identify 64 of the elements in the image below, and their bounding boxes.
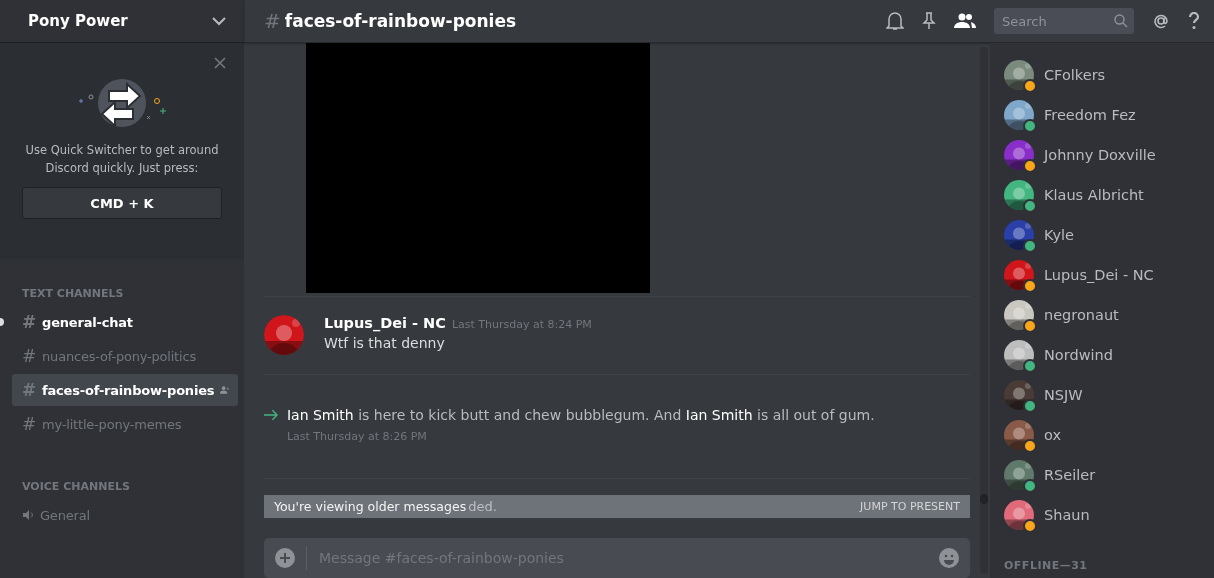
hash-icon: # [22, 414, 37, 434]
banner-text: You're viewing older messages [274, 498, 467, 514]
chevron-down-icon[interactable] [212, 16, 226, 26]
member-name: Shaun [1044, 507, 1090, 523]
member-item[interactable]: NSJW [1004, 375, 1214, 415]
member-item[interactable]: Kyle [1004, 215, 1214, 255]
message-timestamp: Last Thursday at 8:26 PM [286, 429, 427, 443]
plus-circle-icon[interactable] [274, 547, 296, 570]
member-item[interactable]: Johnny Doxville [1004, 135, 1214, 175]
member-item[interactable]: Freedom Fez [1004, 95, 1214, 135]
member-name: negronaut [1044, 307, 1119, 323]
channel-item[interactable]: # general-chat [12, 306, 238, 338]
message-author[interactable]: Lupus_Dei - NC [324, 314, 446, 331]
member-name: Freedom Fez [1044, 107, 1136, 123]
member-name: ox [1044, 427, 1061, 443]
channel-name: nuances-of-pony-politics [42, 348, 197, 364]
shortcut-key: CMD + K [22, 187, 222, 219]
hash-icon: # [264, 9, 281, 33]
hash-icon: # [22, 380, 37, 400]
member-item[interactable]: Lupus_Dei - NC [1004, 255, 1214, 295]
member-item[interactable]: CFolkers [1004, 55, 1214, 95]
message-text: ded. [468, 498, 497, 514]
search-input[interactable]: Search [1000, 12, 1104, 30]
join-message: Ian Smith is here to kick butt and chew bubblegum. And Ian Smith is all out of gum. Last Thursday at 8:26 PM [286, 405, 876, 445]
member-item[interactable]: Klaus Albricht [1004, 175, 1214, 215]
hash-icon: # [22, 346, 37, 366]
channel-name: my-little-pony-memes [42, 416, 183, 432]
member-name: CFolkers [1044, 67, 1106, 83]
message-timestamp: Last Thursday at 8:24 PM [451, 317, 592, 331]
member-name: Kyle [1044, 227, 1074, 243]
quick-switcher-hint: Use Quick Switcher to get around Discord quickly. Just press: [24, 142, 220, 177]
members-icon[interactable] [954, 13, 976, 29]
member-name: Johnny Doxville [1044, 147, 1156, 163]
channel-title: faces-of-rainbow-ponies [284, 11, 517, 31]
member-item[interactable]: Nordwind [1004, 335, 1214, 375]
member-item[interactable]: Shaun [1004, 495, 1214, 535]
member-item[interactable]: negronaut [1004, 295, 1214, 335]
arrow-right-icon [264, 408, 279, 421]
message-text: Wtf is that denny [324, 334, 446, 351]
hash-icon: # [22, 312, 37, 332]
search-field[interactable]: Search [994, 8, 1134, 34]
speaker-icon [22, 509, 34, 521]
member-name: Nordwind [1044, 347, 1113, 363]
channel-name: General [40, 507, 91, 523]
search-icon [1114, 14, 1128, 28]
pin-icon[interactable] [922, 12, 936, 30]
add-member-icon[interactable] [220, 384, 230, 396]
close-button[interactable] [214, 57, 226, 69]
server-name[interactable]: Pony Power [28, 12, 128, 30]
help-icon[interactable] [1188, 12, 1200, 30]
channel-name: faces-of-rainbow-ponies [42, 382, 215, 398]
mention-icon[interactable] [1152, 12, 1170, 30]
member-name: Lupus_Dei - NC [1044, 267, 1154, 283]
scrollbar[interactable] [980, 47, 988, 574]
member-item[interactable]: ox [1004, 415, 1214, 455]
bell-icon[interactable] [886, 11, 904, 31]
member-group-heading: OFFLINE—31 [1004, 559, 1089, 572]
channel-name: general-chat [42, 314, 134, 330]
member-name: RSeiler [1044, 467, 1096, 483]
emoji-icon[interactable] [938, 547, 960, 570]
member-name: Klaus Albricht [1044, 187, 1144, 203]
member-item[interactable]: RSeiler [1004, 455, 1214, 495]
member-name: NSJW [1044, 387, 1083, 403]
channel-item[interactable]: # faces-of-rainbow-ponies [12, 374, 238, 406]
